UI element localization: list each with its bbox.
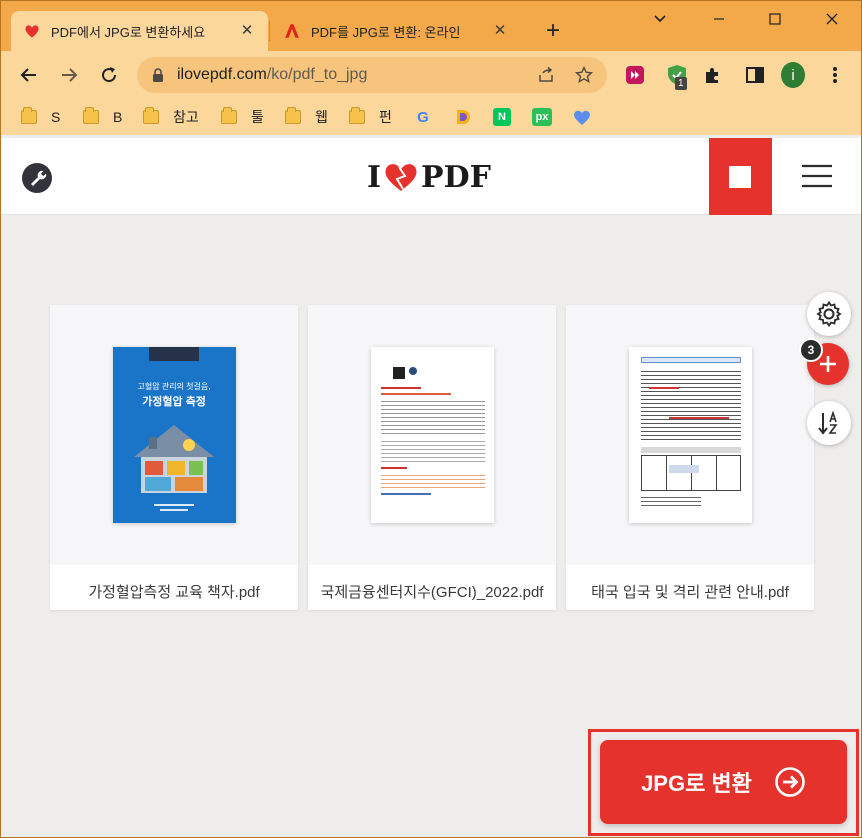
naver-icon: N — [493, 108, 511, 126]
sort-button[interactable] — [807, 401, 851, 445]
tab-ilovepdf[interactable]: PDF에서 JPG로 변환하세요 ✕ — [11, 11, 268, 51]
bookmark-label: 참고 — [173, 109, 199, 125]
convert-highlight-frame: JPG로 변환 — [588, 729, 859, 836]
publisher-mark — [113, 504, 236, 511]
bookmark-pixlr[interactable]: px — [532, 106, 552, 128]
forward-icon[interactable] — [57, 63, 81, 87]
adobe-acrobat-icon — [285, 24, 299, 38]
hamburger-menu-icon[interactable] — [801, 164, 833, 188]
tools-wrench-icon[interactable] — [21, 162, 53, 194]
bookmark-folder-web[interactable]: 웹 — [285, 106, 328, 128]
bookmark-folder-s[interactable]: S — [21, 106, 60, 128]
minimize-icon[interactable] — [696, 7, 742, 31]
folder-icon — [285, 107, 301, 124]
bookmark-label: B — [113, 109, 123, 125]
file-card[interactable]: 태국 입국 및 격리 관련 안내.pdf — [566, 305, 814, 610]
folder-icon — [349, 107, 365, 124]
bookmark-folder-b[interactable]: B — [83, 106, 122, 128]
file-name: 가정혈압측정 교육 책자.pdf — [88, 584, 260, 601]
file-count-badge: 3 — [799, 338, 823, 362]
bookmark-google[interactable]: G — [414, 106, 432, 128]
tab-title: PDF를 JPG로 변환: 온라인 — [311, 24, 461, 40]
bookmark-star-icon[interactable] — [575, 66, 593, 84]
bookmark-label: 펀 — [379, 109, 392, 125]
folder-icon — [21, 107, 37, 124]
close-tab-icon[interactable]: ✕ — [491, 22, 509, 40]
cover-line-1: 고혈압 관리의 첫걸음, — [137, 382, 211, 391]
tab-adobe[interactable]: PDF를 JPG로 변환: 온라인 ✕ — [271, 11, 521, 51]
extensions-puzzle-icon[interactable] — [701, 63, 725, 87]
profile-avatar[interactable]: i — [781, 62, 805, 88]
logo-text-left: I — [367, 159, 382, 195]
d-icon — [457, 110, 470, 124]
close-window-icon[interactable] — [809, 7, 855, 31]
profile-initial: i — [781, 62, 805, 88]
side-panel-icon[interactable] — [743, 63, 767, 87]
settings-button[interactable] — [807, 292, 851, 336]
maximize-icon[interactable] — [752, 7, 798, 31]
file-preview: 고혈압 관리의 첫걸음, 가정혈압 측정 — [50, 305, 298, 565]
bookmark-folder-reference[interactable]: 참고 — [143, 106, 199, 128]
logo-text-right: PDF — [421, 159, 491, 195]
bookmark-heart[interactable] — [572, 106, 592, 128]
extension-badge: 1 — [675, 77, 687, 90]
pixlr-icon: px — [532, 108, 552, 126]
house-illustration-icon — [133, 425, 214, 493]
tab-title: PDF에서 JPG로 변환하세요 — [51, 24, 206, 40]
bookmark-d[interactable] — [454, 106, 472, 128]
pdf-thumbnail — [370, 347, 494, 523]
file-preview — [308, 305, 556, 565]
google-icon: G — [417, 108, 429, 126]
bookmark-label: S — [51, 109, 61, 125]
file-card[interactable]: 고혈압 관리의 첫걸음, 가정혈압 측정 가정혈압측정 교육 책자.pdf — [50, 305, 298, 610]
new-tab-button[interactable]: + — [539, 18, 567, 46]
pdf-thumbnail: 고혈압 관리의 첫걸음, 가정혈압 측정 — [112, 347, 236, 523]
tab-divider — [269, 21, 270, 41]
folder-icon — [221, 107, 237, 124]
media-extension-icon[interactable] — [623, 63, 647, 87]
shield-extension-icon[interactable]: 1 — [665, 63, 689, 90]
browser-window: PDF에서 JPG로 변환하세요 ✕ PDF를 JPG로 변환: 온라인 ✕ + — [0, 0, 862, 838]
bookmark-folder-fun[interactable]: 펀 — [349, 106, 392, 128]
heart-bookmark-icon — [574, 110, 590, 125]
site-header: I PDF — [1, 138, 861, 215]
reload-icon[interactable] — [97, 63, 121, 87]
back-icon[interactable] — [17, 63, 41, 87]
ilovepdf-logo[interactable]: I PDF — [367, 159, 491, 195]
browser-menu-icon[interactable] — [823, 63, 847, 87]
file-card[interactable]: 국제금융센터지수(GFCI)_2022.pdf — [308, 305, 556, 610]
bookmark-label: 툴 — [251, 109, 264, 125]
convert-to-jpg-button[interactable]: JPG로 변환 — [600, 740, 847, 824]
url-host: ilovepdf.com — [177, 66, 267, 83]
file-workspace: 고혈압 관리의 첫걸음, 가정혈압 측정 가정혈압측정 교육 책자.pdf 국제… — [1, 215, 861, 837]
url-path: /ko/pdf_to_jpg — [266, 66, 368, 83]
browser-toolbar: ilovepdf.com/ko/pdf_to_jpg 1 i — [1, 51, 861, 99]
convert-button-label: JPG로 변환 — [641, 771, 752, 796]
share-icon[interactable] — [537, 66, 555, 84]
arrow-right-circle-icon — [775, 767, 805, 797]
lock-icon — [153, 68, 163, 82]
close-tab-icon[interactable]: ✕ — [238, 22, 256, 40]
file-preview — [566, 305, 814, 565]
bookmark-folder-tools[interactable]: 툴 — [221, 106, 264, 128]
square-icon — [729, 166, 751, 188]
folder-icon — [83, 107, 99, 124]
pdf-thumbnail — [628, 347, 752, 523]
tab-strip: PDF에서 JPG로 변환하세요 ✕ PDF를 JPG로 변환: 온라인 ✕ + — [1, 1, 861, 51]
bookmarks-bar: S B 참고 툴 웹 펀 G N px — [1, 99, 861, 135]
app-square-button[interactable] — [709, 138, 772, 215]
tab-search-icon[interactable] — [637, 7, 683, 31]
logo-heart-icon — [385, 164, 417, 191]
file-name: 국제금융센터지수(GFCI)_2022.pdf — [320, 584, 544, 601]
ilovepdf-heart-icon — [25, 25, 39, 38]
bookmark-label: 웹 — [315, 109, 328, 125]
file-name: 태국 입국 및 격리 관련 안내.pdf — [591, 584, 789, 601]
gear-icon — [816, 300, 842, 328]
address-bar[interactable]: ilovepdf.com/ko/pdf_to_jpg — [137, 57, 607, 93]
bookmark-naver[interactable]: N — [493, 106, 511, 128]
sort-az-icon — [818, 410, 838, 435]
cover-line-2: 가정혈압 측정 — [142, 396, 206, 408]
folder-icon — [143, 107, 159, 124]
